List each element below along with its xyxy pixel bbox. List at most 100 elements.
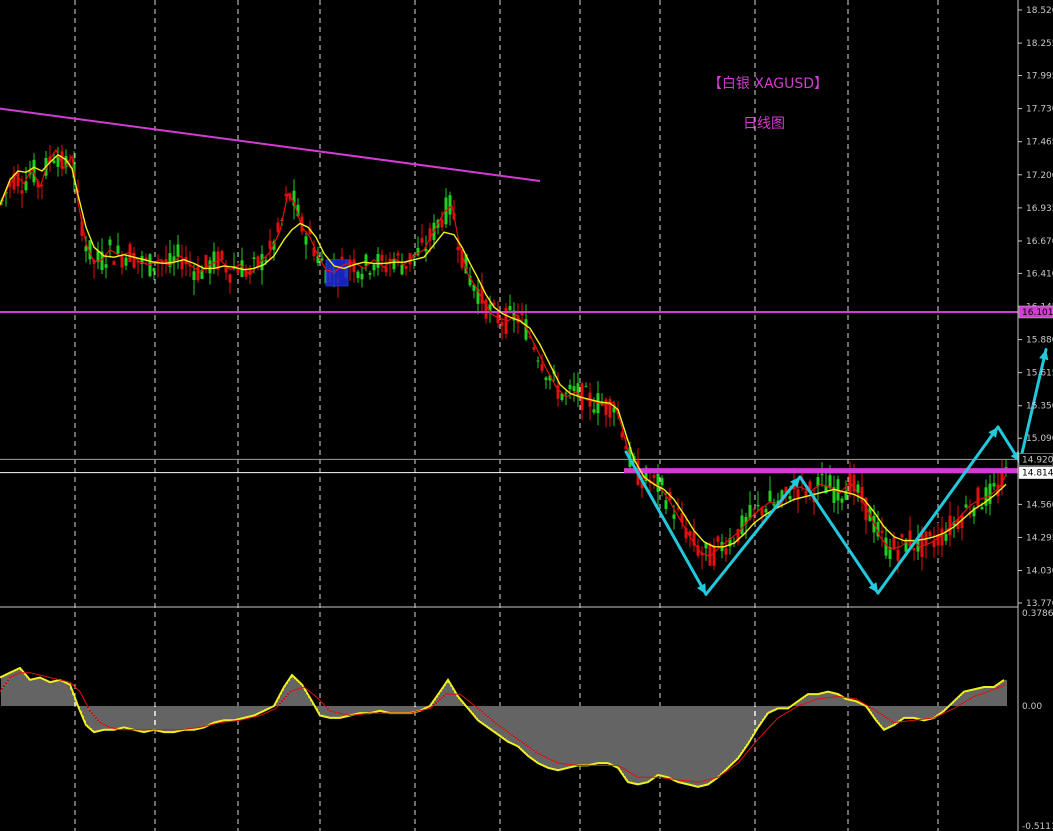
- candle-body: [840, 498, 844, 503]
- candle-body: [152, 268, 156, 272]
- candle-body: [500, 322, 504, 326]
- candle-body: [880, 530, 884, 533]
- candle-body: [268, 240, 272, 249]
- price-tick-label: 15.350: [1026, 402, 1053, 412]
- price-tag-label: 14.814: [1022, 469, 1053, 479]
- candle-body: [368, 272, 372, 275]
- price-tick-label: 15.880: [1026, 336, 1053, 346]
- price-tick-label: 16.670: [1026, 237, 1053, 247]
- price-tag-label: 16.101: [1022, 308, 1053, 318]
- price-tick-label: 17.995: [1026, 72, 1053, 82]
- candle-body: [20, 190, 24, 194]
- candle-body: [440, 219, 444, 228]
- candle-body: [572, 386, 576, 391]
- candle-body: [664, 500, 668, 509]
- candle-body: [752, 508, 756, 510]
- candle-body: [536, 360, 540, 362]
- candle-body: [360, 273, 364, 280]
- candle-body: [676, 508, 680, 510]
- price-tick-label: 15.615: [1026, 369, 1053, 379]
- candle-body: [228, 274, 232, 283]
- candle-body: [208, 260, 212, 274]
- candle-body: [16, 172, 20, 187]
- candle-body: [400, 264, 404, 275]
- price-tick-label: 17.200: [1026, 171, 1053, 181]
- candle-body: [260, 254, 264, 271]
- candle-body: [540, 364, 544, 371]
- candle-body: [756, 505, 760, 507]
- candle-body: [204, 255, 208, 268]
- candle-body: [564, 392, 568, 394]
- macd-tick-label: 0.00: [1022, 702, 1042, 712]
- candle-body: [708, 543, 712, 566]
- subtitle-text: 日线图: [743, 116, 785, 132]
- candle-body: [520, 312, 524, 316]
- candle-body: [724, 548, 728, 555]
- price-tick-label: 14.030: [1026, 567, 1053, 577]
- candle-body: [908, 530, 912, 547]
- price-tick-label: 17.465: [1026, 138, 1053, 148]
- price-tick-label: 15.090: [1026, 434, 1053, 444]
- candle-body: [768, 490, 772, 502]
- candle-body: [764, 508, 768, 513]
- highlight-box: [325, 259, 349, 287]
- candle-body: [544, 377, 548, 381]
- candle-body: [116, 245, 120, 254]
- candle-body: [364, 254, 368, 266]
- price-tick-label: 17.730: [1026, 105, 1053, 115]
- price-tick-label: 16.410: [1026, 269, 1053, 279]
- candle-body: [456, 246, 460, 251]
- candle-body: [252, 257, 256, 260]
- candle-body: [356, 271, 360, 279]
- price-tick-label: 18.255: [1026, 39, 1053, 49]
- candle-body: [604, 399, 608, 416]
- candle-body: [940, 528, 944, 546]
- candle-body: [220, 250, 224, 260]
- price-chart[interactable]: 【白银 XAGUSD】 日线图 18.520 18.255 17.995 17.730…: [0, 0, 1053, 831]
- candle-body: [196, 266, 200, 281]
- candle-body: [124, 257, 128, 266]
- candle-body: [192, 271, 196, 280]
- candle-body: [384, 266, 388, 273]
- candle-body: [304, 236, 308, 245]
- candle-body: [176, 244, 180, 257]
- candle-body: [980, 507, 984, 510]
- macd-tick-label: 0.3786: [1022, 609, 1053, 619]
- candle-body: [424, 249, 428, 252]
- candle-body: [372, 264, 376, 271]
- candle-body: [340, 256, 344, 260]
- candle-body: [896, 549, 900, 561]
- candle-body: [944, 534, 948, 541]
- candle-body: [976, 487, 980, 507]
- candle-body: [120, 255, 124, 268]
- macd-tick-label: -0.5111: [1022, 822, 1053, 831]
- candle-body: [992, 483, 996, 487]
- candle-body: [716, 536, 720, 542]
- candle-body: [108, 239, 112, 246]
- candle-body: [396, 253, 400, 256]
- candle-body: [712, 544, 716, 566]
- candle-body: [420, 238, 424, 243]
- candle-body: [592, 409, 596, 413]
- candle-body: [532, 346, 536, 350]
- candle-body: [392, 258, 396, 270]
- candle-body: [820, 474, 824, 476]
- candle-body: [928, 531, 932, 537]
- candle-body: [652, 475, 656, 478]
- candle-body: [884, 537, 888, 556]
- candle-body: [380, 254, 384, 261]
- candle-body: [112, 261, 116, 265]
- candle-body: [900, 534, 904, 538]
- candle-body: [672, 514, 676, 519]
- candle-body: [276, 222, 280, 233]
- candle-body: [404, 265, 408, 269]
- candle-body: [508, 305, 512, 311]
- price-tick-label: 13.770: [1026, 599, 1053, 609]
- candle-body: [964, 504, 968, 508]
- price-tick-label: 18.520: [1026, 6, 1053, 16]
- price-tick-label: 14.295: [1026, 533, 1053, 543]
- candle-body: [448, 195, 452, 215]
- price-tag-label: 14.920: [1022, 455, 1053, 465]
- candle-body: [52, 160, 56, 163]
- candle-body: [660, 478, 664, 486]
